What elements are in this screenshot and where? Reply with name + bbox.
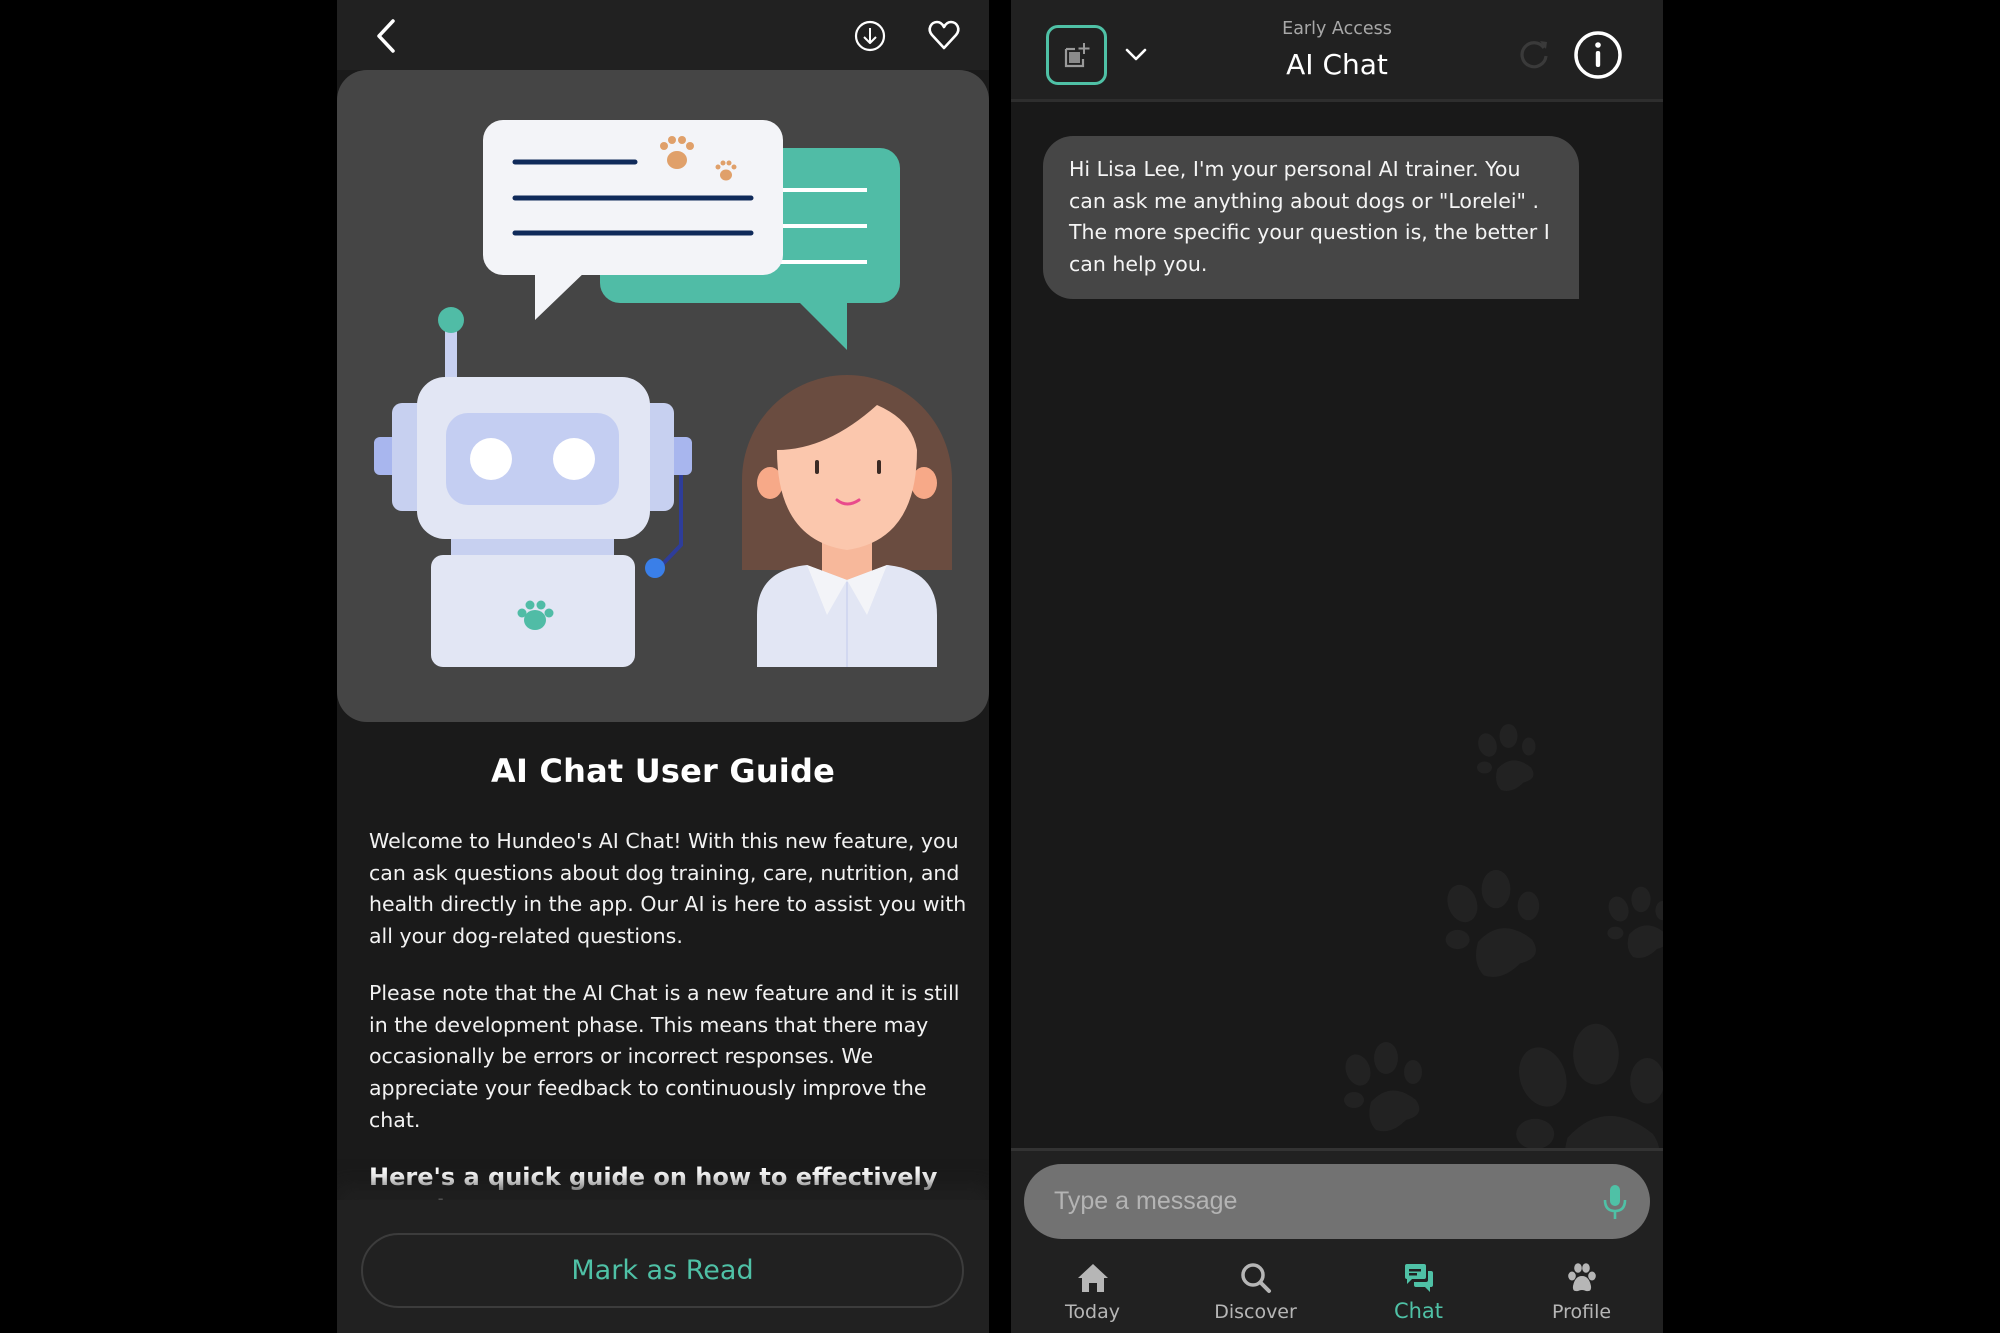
nav-label: Discover <box>1214 1301 1297 1323</box>
refresh-icon <box>1520 41 1548 69</box>
paw-watermark-icon <box>1477 724 1536 791</box>
guide-screen: AI Chat User Guide Welcome to Hundeo's A… <box>337 0 989 1333</box>
nav-item-profile[interactable]: Profile <box>1500 1251 1663 1333</box>
nav-label: Profile <box>1551 1301 1612 1323</box>
paw-icon <box>1567 1263 1596 1292</box>
message-input[interactable] <box>1054 1164 1574 1239</box>
early-access-label: Early Access <box>1282 19 1392 39</box>
download-button[interactable] <box>852 18 888 54</box>
article-paragraph: Please note that the AI Chat is a new fe… <box>369 980 960 1132</box>
refresh-button[interactable] <box>1516 36 1552 72</box>
microphone-button[interactable] <box>1602 1184 1628 1220</box>
nav-item-chat[interactable]: Chat <box>1337 1251 1500 1333</box>
chat-header: Early Access AI Chat <box>1011 0 1663 102</box>
page-title: AI Chat <box>1286 48 1388 81</box>
paw-watermark-icon <box>1344 1042 1422 1132</box>
info-icon <box>1574 31 1622 79</box>
favorite-button[interactable] <box>926 18 962 54</box>
nav-item-today[interactable]: Today <box>1011 1251 1174 1333</box>
microphone-icon <box>1603 1185 1627 1219</box>
article-body: Welcome to Hundeo's AI Chat! With this n… <box>369 826 969 1250</box>
bot-message-bubble: Hi Lisa Lee, I'm your personal AI traine… <box>1043 136 1579 299</box>
bottom-navigation: Today Discover Chat Profile <box>1011 1251 1663 1333</box>
nav-item-discover[interactable]: Discover <box>1174 1251 1337 1333</box>
paw-watermark-icon <box>1607 886 1663 958</box>
article-paragraph: Welcome to Hundeo's AI Chat! With this n… <box>369 829 967 949</box>
home-icon <box>1077 1264 1108 1292</box>
hero-illustration <box>337 70 989 722</box>
guide-topbar <box>337 0 989 70</box>
chevron-left-icon <box>377 19 395 53</box>
article-title: AI Chat User Guide <box>491 752 835 790</box>
mark-as-read-button[interactable]: Mark as Read <box>361 1233 964 1308</box>
paw-watermark-icon <box>1445 869 1540 977</box>
search-icon <box>1240 1263 1271 1293</box>
info-button[interactable] <box>1573 30 1623 80</box>
robot-and-woman-chat-illustration <box>374 120 952 667</box>
chat-bubbles-icon <box>1404 1264 1433 1292</box>
chat-message-list[interactable]: Hi Lisa Lee, I'm your personal AI traine… <box>1011 105 1663 1194</box>
chat-screen: Early Access AI Chat Hi Lisa Lee, I'm yo… <box>1011 0 1663 1333</box>
nav-label: Today <box>1065 1301 1120 1323</box>
back-button[interactable] <box>369 16 405 56</box>
download-circle-icon <box>854 20 886 52</box>
nav-label: Chat <box>1393 1299 1444 1323</box>
heart-icon <box>928 20 960 50</box>
message-input-container <box>1024 1164 1650 1239</box>
guide-footer: Mark as Read <box>337 1200 989 1333</box>
composer: Today Discover Chat <box>1011 1148 1663 1333</box>
